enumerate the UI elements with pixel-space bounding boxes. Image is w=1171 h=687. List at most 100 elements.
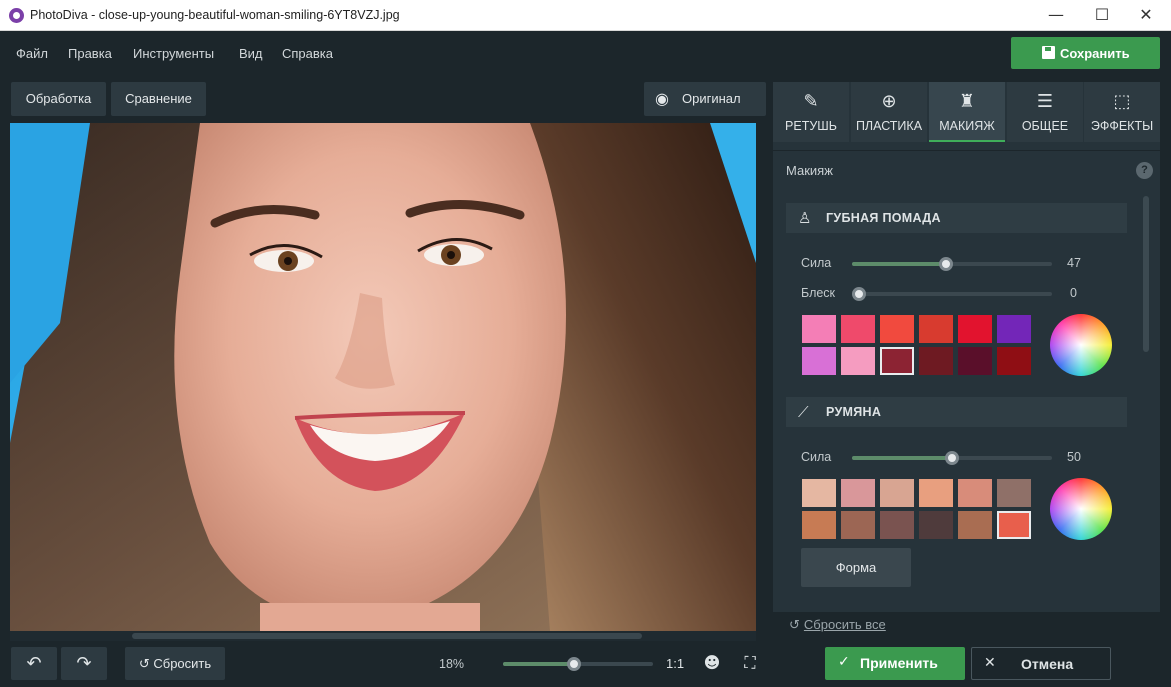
tool-tabs: ✎ РЕТУШЬ ⊕ ПЛАСТИКА ♜ МАКИЯЖ ☰ ОБЩЕЕ ⬚ Э… xyxy=(773,82,1160,142)
menu-tools[interactable]: Инструменты xyxy=(133,46,214,61)
fit-face-icon[interactable]: ☻ xyxy=(702,653,722,673)
panel-scrollbar[interactable] xyxy=(1141,196,1151,606)
undo-icon: ↶ xyxy=(26,653,42,674)
lipstick-color-swatch[interactable] xyxy=(880,347,914,375)
lipstick-icon: ♙ xyxy=(798,209,812,227)
blush-color-swatch[interactable] xyxy=(997,511,1031,539)
lipstick-shine-value: 0 xyxy=(1070,286,1077,300)
cancel-button-label: Отмена xyxy=(1021,656,1074,672)
blush-strength-slider[interactable] xyxy=(852,451,1052,465)
menu-edit[interactable]: Правка xyxy=(68,46,112,61)
lipstick-color-swatch[interactable] xyxy=(919,315,953,343)
blush-color-swatch[interactable] xyxy=(997,479,1031,507)
lipstick-color-swatch[interactable] xyxy=(958,315,992,343)
lipstick-header[interactable]: ♙ ГУБНАЯ ПОМАДА xyxy=(786,203,1127,233)
minimize-button[interactable]: — xyxy=(1033,0,1079,31)
lipstick-strength-label: Сила xyxy=(801,256,832,270)
lipstick-color-swatch[interactable] xyxy=(997,347,1031,375)
lipstick-color-swatch[interactable] xyxy=(802,315,836,343)
zoom-slider-thumb[interactable] xyxy=(567,657,581,671)
zoom-actual-size-button[interactable]: 1:1 xyxy=(666,656,684,671)
tab-general[interactable]: ☰ ОБЩЕЕ xyxy=(1007,82,1083,142)
reset-button[interactable]: ↺ Сбросить xyxy=(125,647,225,680)
blush-color-swatch[interactable] xyxy=(802,479,836,507)
blush-color-swatch[interactable] xyxy=(841,511,875,539)
tab-plastic[interactable]: ⊕ ПЛАСТИКА xyxy=(851,82,927,142)
menu-file[interactable]: Файл xyxy=(16,46,48,61)
check-icon: ✓ xyxy=(838,654,850,670)
app-logo-icon xyxy=(9,8,24,23)
lipstick-color-wheel-icon[interactable] xyxy=(1050,314,1112,376)
tab-retouch-label: РЕТУШЬ xyxy=(785,119,837,133)
portrait-photo xyxy=(10,123,756,631)
blush-color-swatch[interactable] xyxy=(841,479,875,507)
lipstick-shine-thumb[interactable] xyxy=(852,287,866,301)
lipstick-color-swatch[interactable] xyxy=(997,315,1031,343)
reset-icon: ↺ xyxy=(138,657,150,672)
lipstick-title: ГУБНАЯ ПОМАДА xyxy=(826,211,941,225)
lipstick-shine-label: Блеск xyxy=(801,286,836,300)
compare-button[interactable]: Сравнение xyxy=(111,82,206,116)
blush-title: РУМЯНА xyxy=(826,405,882,419)
lipstick-color-swatch[interactable] xyxy=(958,347,992,375)
lipstick-color-swatch[interactable] xyxy=(880,315,914,343)
zoom-slider[interactable] xyxy=(503,657,653,671)
blush-header[interactable]: ⟋ РУМЯНА xyxy=(786,397,1127,427)
fullscreen-icon[interactable]: ⛶ xyxy=(740,653,760,673)
blush-color-swatch[interactable] xyxy=(880,511,914,539)
tab-effects[interactable]: ⬚ ЭФФЕКТЫ xyxy=(1084,82,1160,142)
redo-icon: ↷ xyxy=(76,653,92,674)
tab-makeup[interactable]: ♜ МАКИЯЖ xyxy=(929,82,1005,142)
horizontal-scrollbar[interactable] xyxy=(10,631,756,641)
makeup-icon: ♜ xyxy=(958,91,976,112)
reset-all-link[interactable]: ↺ Сбросить все xyxy=(789,617,886,633)
tab-general-label: ОБЩЕЕ xyxy=(1021,119,1069,133)
zoom-slider-fill xyxy=(503,662,574,666)
menu-view[interactable]: Вид xyxy=(239,46,263,61)
lipstick-shine-slider[interactable] xyxy=(852,287,1052,301)
undo-button[interactable]: ↶ xyxy=(11,647,57,680)
lipstick-strength-thumb[interactable] xyxy=(939,257,953,271)
photo-canvas[interactable] xyxy=(10,123,756,631)
maximize-button[interactable]: ☐ xyxy=(1079,0,1125,31)
tab-effects-label: ЭФФЕКТЫ xyxy=(1090,119,1154,133)
blush-color-wheel-icon[interactable] xyxy=(1050,478,1112,540)
original-button[interactable]: ◉ Оригинал xyxy=(644,82,766,116)
lipstick-strength-value: 47 xyxy=(1067,256,1081,270)
apply-button[interactable]: ✓ Применить xyxy=(825,647,965,680)
close-button[interactable]: ✕ xyxy=(1123,0,1169,31)
lipstick-strength-fill xyxy=(852,262,946,266)
eye-icon: ◉ xyxy=(655,89,669,108)
panel-scrollbar-thumb[interactable] xyxy=(1143,196,1149,352)
redo-button[interactable]: ↷ xyxy=(61,647,107,680)
tab-retouch[interactable]: ✎ РЕТУШЬ xyxy=(773,82,849,142)
blush-strength-fill xyxy=(852,456,952,460)
original-button-label: Оригинал xyxy=(682,91,741,106)
panel-title: Макияж xyxy=(786,163,833,178)
reset-all-label: Сбросить все xyxy=(803,617,886,632)
blush-color-swatch[interactable] xyxy=(802,511,836,539)
blush-color-swatch[interactable] xyxy=(919,511,953,539)
lipstick-color-swatch[interactable] xyxy=(802,347,836,375)
cancel-button[interactable]: ✕ Отмена xyxy=(971,647,1111,680)
menu-bar: Файл Правка Инструменты Вид Справка xyxy=(0,31,1171,75)
lipstick-color-swatch[interactable] xyxy=(919,347,953,375)
blush-color-swatch[interactable] xyxy=(919,479,953,507)
blush-color-swatch[interactable] xyxy=(958,479,992,507)
blush-color-swatch[interactable] xyxy=(880,479,914,507)
lipstick-strength-slider[interactable] xyxy=(852,257,1052,271)
horizontal-scrollbar-thumb[interactable] xyxy=(132,633,642,639)
processing-button[interactable]: Обработка xyxy=(11,82,106,116)
blush-strength-thumb[interactable] xyxy=(945,451,959,465)
help-icon[interactable]: ? xyxy=(1136,162,1153,179)
floppy-icon xyxy=(1042,46,1055,59)
blush-color-swatch[interactable] xyxy=(958,511,992,539)
shape-button[interactable]: Форма xyxy=(801,548,911,587)
save-button[interactable]: Сохранить xyxy=(1011,37,1160,69)
effects-icon: ⬚ xyxy=(1113,91,1131,112)
lipstick-color-swatch[interactable] xyxy=(841,315,875,343)
menu-help[interactable]: Справка xyxy=(282,46,333,61)
lipstick-color-swatch[interactable] xyxy=(841,347,875,375)
apply-button-label: Применить xyxy=(860,655,938,671)
blush-strength-label: Сила xyxy=(801,450,832,464)
